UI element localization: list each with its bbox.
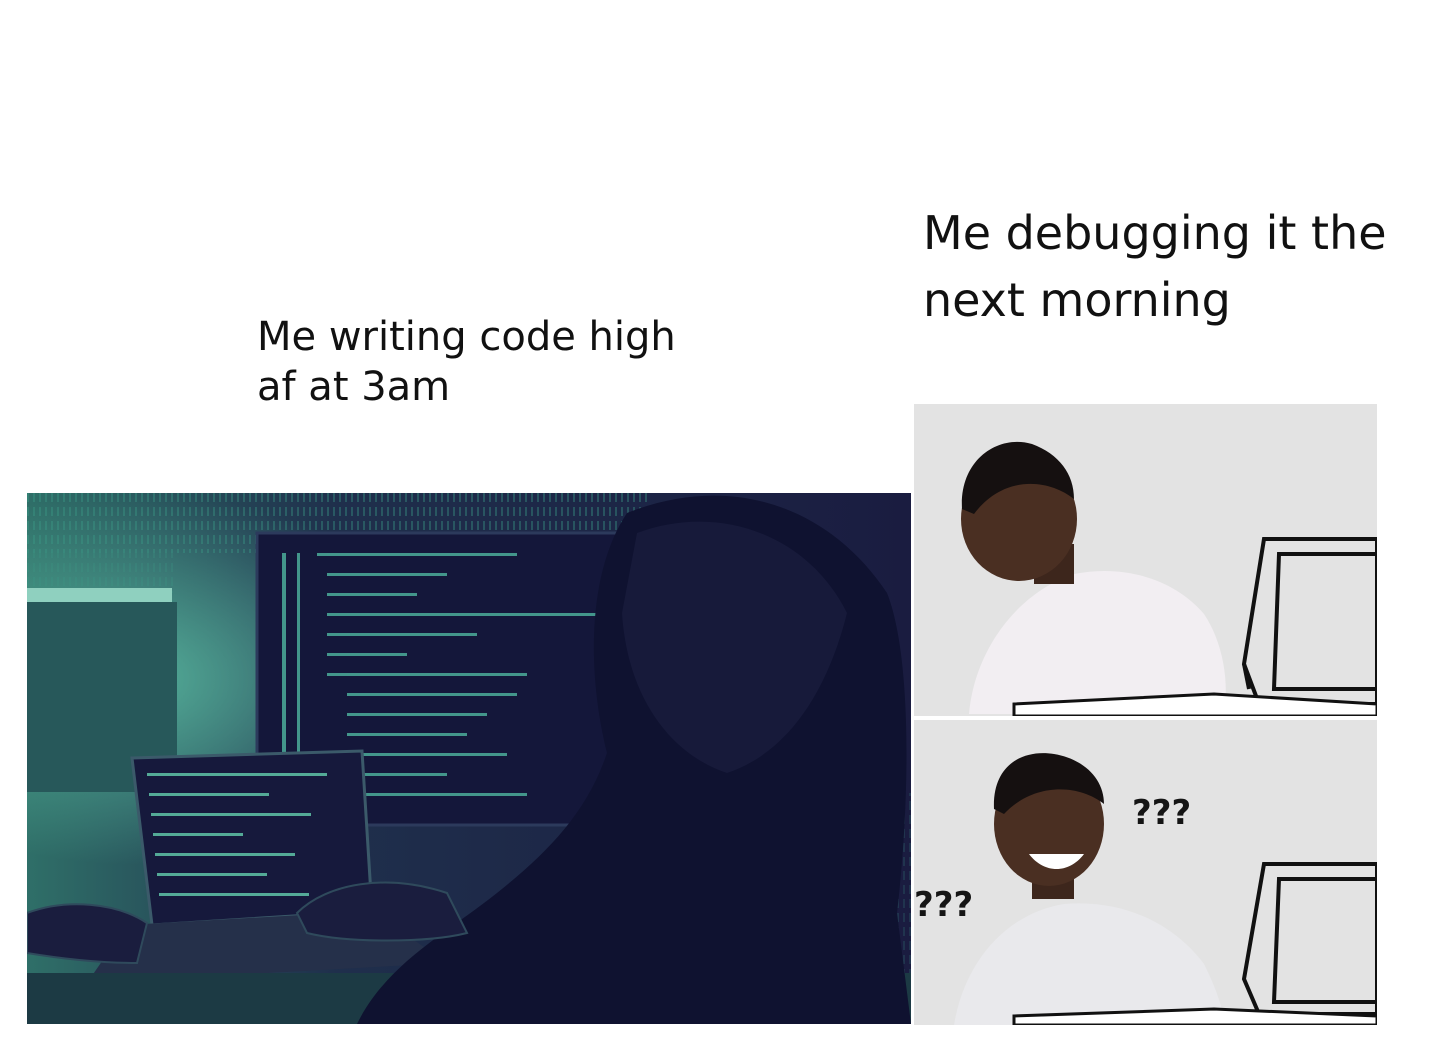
hacker-illustration [27,493,911,1024]
caption-line: Me writing code high [257,314,676,360]
caption-line: af at 3am [257,364,451,410]
hacker-image [27,493,911,1024]
caption-line: next morning [923,272,1231,327]
caption-writing-code: Me writing code high af at 3am [257,312,697,412]
question-marks-top: ??? [1132,793,1191,833]
confused-man-illustration: ??? ??? [914,404,1377,1025]
question-marks-bottom: ??? [914,885,973,925]
confused-man-image: ??? ??? [914,404,1377,1025]
caption-line: Me debugging it the [923,206,1387,260]
caption-debugging: Me debugging it the next morning [923,200,1403,333]
